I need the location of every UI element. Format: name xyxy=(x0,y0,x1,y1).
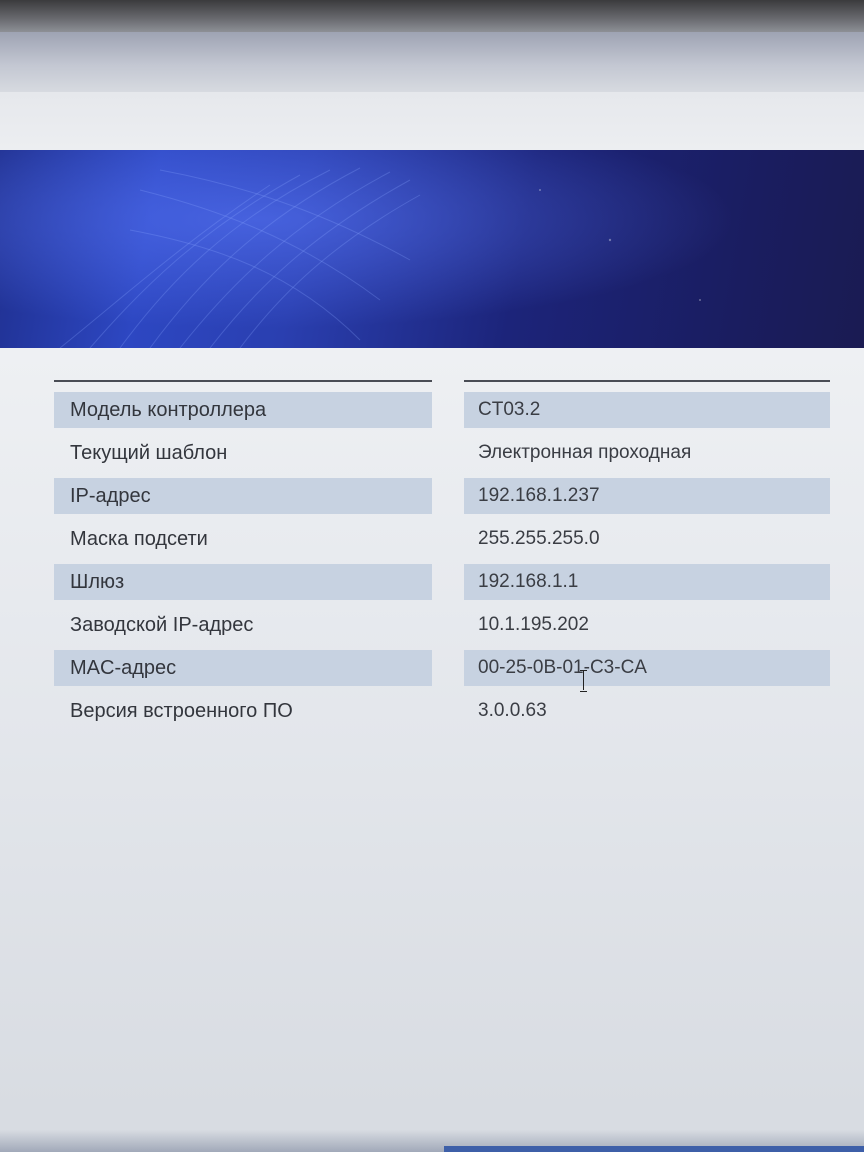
value-text: 255.255.255.0 xyxy=(478,528,600,549)
label-row: Заводской IP-адрес xyxy=(54,607,432,650)
value-row: 192.168.1.1 xyxy=(464,564,830,607)
banner-pattern xyxy=(0,150,864,348)
label-row: MAC-адрес xyxy=(54,650,432,693)
label-row: Маска подсети xyxy=(54,521,432,564)
value-row: 255.255.255.0 xyxy=(464,521,830,564)
browser-top-area xyxy=(0,32,864,92)
label-row: Версия встроенного ПО xyxy=(54,693,432,736)
label-row: IP-адрес xyxy=(54,478,432,521)
value-row: Электронная проходная xyxy=(464,435,830,478)
divider xyxy=(464,380,830,382)
divider xyxy=(54,380,432,382)
label-text: Заводской IP-адрес xyxy=(70,614,254,636)
label-text: Маска подсети xyxy=(70,528,208,550)
label-text: IP-адрес xyxy=(54,478,432,514)
value-text: 192.168.1.237 xyxy=(464,478,830,514)
label-row: Модель контроллера xyxy=(54,392,432,435)
values-column: CT03.2 Электронная проходная 192.168.1.2… xyxy=(464,380,830,736)
value-text: 3.0.0.63 xyxy=(478,700,547,721)
label-row: Шлюз xyxy=(54,564,432,607)
value-row: 3.0.0.63 xyxy=(464,693,830,736)
taskbar-edge xyxy=(444,1146,864,1152)
value-row: 00-25-0B-01-C3-CA xyxy=(464,650,830,693)
value-text: 00-25-0B-01-C3-CA xyxy=(464,650,830,686)
value-text: CT03.2 xyxy=(464,392,830,428)
label-text: Модель контроллера xyxy=(54,392,432,428)
labels-column: Модель контроллера Текущий шаблон IP-адр… xyxy=(54,380,432,736)
label-text: Текущий шаблон xyxy=(70,442,228,464)
value-row: CT03.2 xyxy=(464,392,830,435)
value-row: 10.1.195.202 xyxy=(464,607,830,650)
label-text: Версия встроенного ПО xyxy=(70,700,293,722)
label-row: Текущий шаблон xyxy=(54,435,432,478)
value-text: 10.1.195.202 xyxy=(478,614,589,635)
label-text: Шлюз xyxy=(54,564,432,600)
value-row: 192.168.1.237 xyxy=(464,478,830,521)
page-header-strip xyxy=(0,92,864,150)
value-text: 192.168.1.1 xyxy=(464,564,830,600)
header-banner xyxy=(0,150,864,348)
monitor-bezel xyxy=(0,0,864,32)
value-text: Электронная проходная xyxy=(478,442,692,463)
text-cursor-icon xyxy=(580,668,588,692)
label-text: MAC-адрес xyxy=(54,650,432,686)
screen-bottom-edge xyxy=(0,1130,864,1152)
